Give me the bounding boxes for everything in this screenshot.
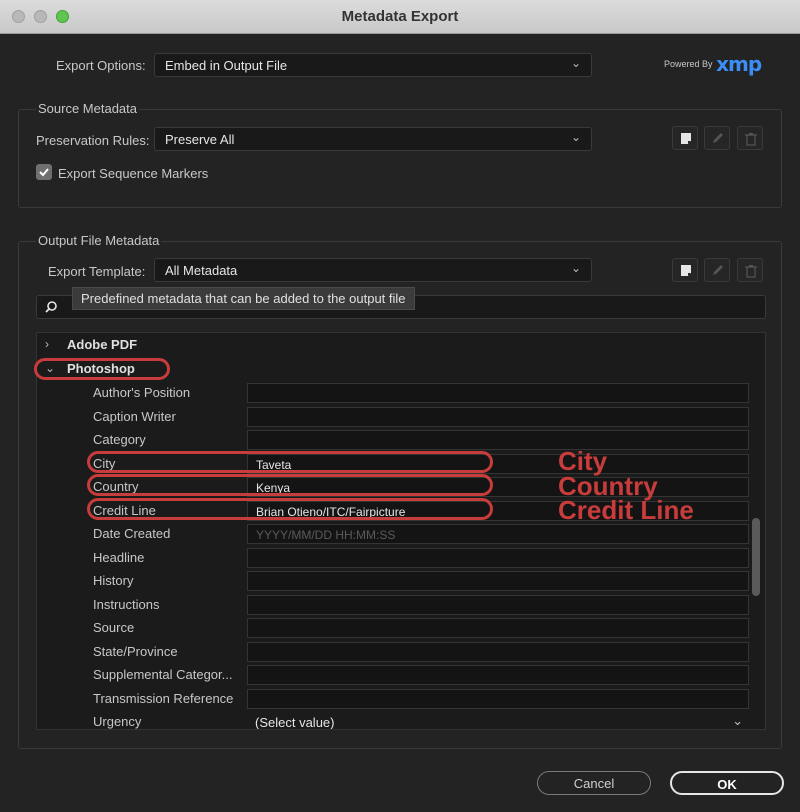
window-title: Metadata Export — [341, 8, 459, 25]
tree-scrollbar[interactable] — [752, 518, 760, 596]
chevron-down-icon: ⌄ — [570, 56, 581, 70]
field-input[interactable] — [247, 688, 749, 709]
pencil-icon — [713, 265, 723, 275]
urgency-select[interactable]: (Select value) ⌄ — [247, 712, 749, 730]
section-label: Adobe PDF — [67, 337, 138, 352]
export-template-select[interactable]: All Metadata ⌄ — [154, 258, 592, 282]
field-input[interactable] — [247, 665, 749, 685]
field-row-headline: Headline — [37, 546, 749, 570]
field-input[interactable]: YYYY/MM/DD HH:MM:SS — [247, 524, 749, 544]
new-preset-button[interactable] — [672, 126, 698, 150]
delete-template-button[interactable] — [737, 258, 763, 282]
ok-button[interactable]: OK — [670, 771, 784, 795]
export-sequence-markers-checkbox[interactable] — [36, 164, 52, 180]
field-row-authors-position: Author's Position — [37, 381, 749, 405]
export-options-value: Embed in Output File — [165, 58, 288, 73]
field-label: Author's Position — [93, 385, 191, 400]
tooltip: Predefined metadata that can be added to… — [72, 287, 415, 310]
edit-template-button[interactable] — [704, 258, 730, 282]
field-label: Supplemental Categor... — [93, 667, 233, 682]
trash-icon — [745, 133, 757, 146]
output-metadata-title: Output File Metadata — [36, 233, 162, 248]
source-metadata-group — [18, 109, 782, 208]
field-label: Instructions — [93, 596, 160, 612]
field-input[interactable] — [247, 406, 749, 427]
field-label: Caption Writer — [93, 408, 176, 424]
cancel-button[interactable]: Cancel — [537, 771, 651, 795]
annotation-city-outline — [87, 451, 493, 473]
annotation-credit-line-text: Credit Line — [558, 495, 694, 525]
export-template-label: Export Template: — [48, 264, 146, 279]
field-row-source: Source — [37, 616, 749, 640]
field-input[interactable] — [247, 641, 749, 662]
new-preset-icon — [681, 133, 691, 144]
chevron-right-icon: › — [45, 337, 49, 351]
urgency-value: (Select value) — [255, 715, 335, 730]
field-input[interactable] — [247, 594, 749, 615]
field-row-category: Category — [37, 428, 749, 452]
field-input[interactable] — [247, 383, 749, 403]
trash-icon — [745, 265, 757, 278]
new-template-button[interactable] — [672, 258, 698, 282]
title-bar: Metadata Export — [0, 0, 800, 34]
field-input[interactable] — [247, 571, 749, 591]
field-label: Headline — [93, 549, 145, 565]
export-options-label: Export Options: — [56, 58, 146, 73]
annotation-photoshop-outline — [34, 358, 170, 380]
search-icon — [45, 301, 57, 313]
preservation-rules-select[interactable]: Preserve All ⌄ — [154, 127, 592, 151]
field-label: History — [93, 573, 134, 588]
export-options-select[interactable]: Embed in Output File ⌄ — [154, 53, 592, 77]
field-input[interactable] — [247, 430, 749, 450]
edit-preset-button[interactable] — [704, 126, 730, 150]
chevron-down-icon: ⌄ — [570, 130, 581, 144]
annotation-country-outline — [87, 474, 493, 496]
field-row-state-province: State/Province — [37, 640, 749, 664]
preservation-rules-label: Preservation Rules: — [36, 133, 150, 148]
field-row-instructions: Instructions — [37, 593, 749, 617]
field-label: Urgency — [93, 714, 142, 729]
field-row-caption-writer: Caption Writer — [37, 405, 749, 429]
field-label: Date Created — [93, 526, 171, 541]
field-input[interactable] — [247, 547, 749, 568]
export-template-value: All Metadata — [165, 263, 238, 278]
chevron-down-icon: ⌄ — [732, 713, 743, 728]
field-row-transmission-reference: Transmission Reference — [37, 687, 749, 711]
delete-preset-button[interactable] — [737, 126, 763, 150]
pencil-icon — [713, 133, 723, 143]
field-label: Transmission Reference — [93, 690, 234, 706]
powered-by-text: Powered By — [664, 59, 713, 69]
field-row-urgency: Urgency (Select value) ⌄ — [37, 710, 749, 730]
new-preset-icon — [681, 265, 691, 276]
metadata-tree: › Adobe PDF ⌄ Photoshop Author's Positio… — [36, 332, 766, 730]
preservation-rules-value: Preserve All — [165, 132, 235, 147]
checkmark-icon — [39, 168, 49, 177]
source-metadata-title: Source Metadata — [36, 101, 140, 116]
export-sequence-markers-label: Export Sequence Markers — [58, 166, 209, 181]
xmp-logo-text: xmp — [716, 52, 762, 76]
field-label: Category — [93, 432, 146, 447]
xmp-logo: Powered By xmp — [664, 52, 762, 76]
field-row-supplemental-categories: Supplemental Categor... — [37, 663, 749, 687]
field-input[interactable] — [247, 618, 749, 638]
annotation-credit-line-outline — [87, 498, 493, 520]
field-label: Source — [93, 620, 135, 635]
chevron-down-icon: ⌄ — [570, 261, 581, 275]
field-label: State/Province — [93, 643, 178, 659]
section-adobe-pdf[interactable]: › Adobe PDF — [37, 333, 749, 357]
field-row-history: History — [37, 569, 749, 593]
